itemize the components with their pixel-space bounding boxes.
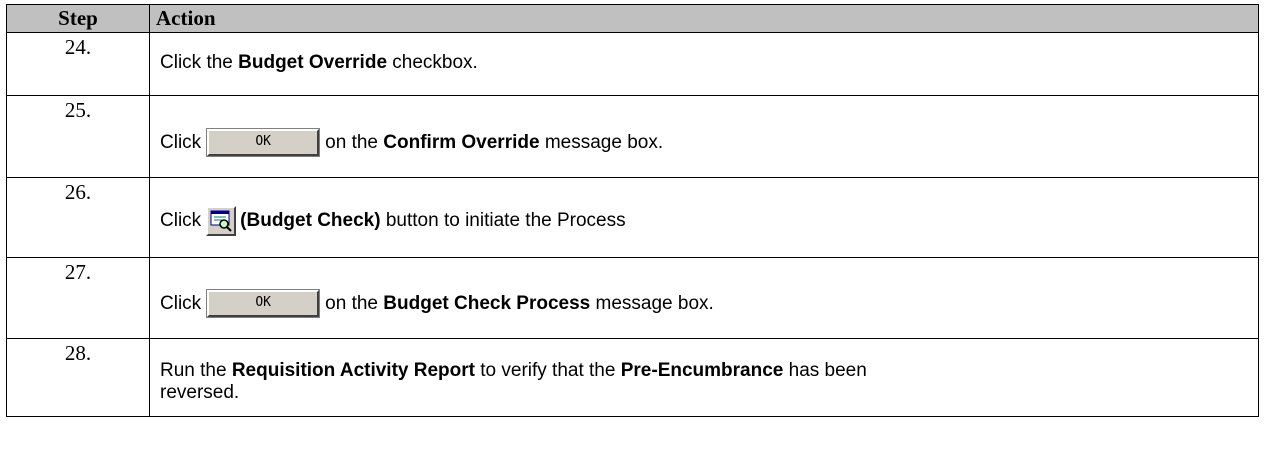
step-number: 25. bbox=[6, 95, 150, 178]
action-text: Click the bbox=[160, 52, 239, 73]
ok-button[interactable]: OK bbox=[206, 289, 321, 318]
ok-button[interactable]: OK bbox=[206, 128, 321, 157]
action-column-header: Action bbox=[149, 4, 1259, 33]
budget-check-icon[interactable] bbox=[206, 206, 237, 236]
action-text: on the bbox=[325, 292, 384, 314]
header-row: Step Action bbox=[6, 4, 1259, 33]
table-row: 27. Click OK on the Budget Check Process… bbox=[6, 257, 1259, 339]
action-text: Click bbox=[160, 292, 202, 314]
table-row: 28. Run the Requisition Activity Report … bbox=[6, 338, 1259, 417]
action-text: message box. bbox=[539, 131, 664, 153]
step-action: Run the Requisition Activity Report to v… bbox=[149, 338, 1259, 417]
action-text: on the bbox=[325, 131, 384, 153]
action-text: button to initiate the Process bbox=[380, 210, 626, 231]
action-bold-text: Pre-Encumbrance bbox=[620, 360, 784, 381]
action-text: to verify that the bbox=[474, 360, 621, 381]
step-number: 26. bbox=[6, 177, 150, 258]
action-text: Click bbox=[160, 131, 202, 153]
step-action: Click OK on the Budget Check Process mes… bbox=[149, 257, 1259, 339]
action-bold-text: Requisition Activity Report bbox=[231, 360, 475, 381]
step-number: 28. bbox=[6, 338, 150, 417]
table-row: 26. Click (Budget Check) button to initi… bbox=[6, 177, 1259, 258]
step-action: Click (Budget Check) button to initiate … bbox=[149, 177, 1259, 258]
action-bold-text: Budget Override bbox=[238, 52, 388, 73]
action-bold-text: Budget Check Process bbox=[383, 292, 591, 314]
action-text: message box. bbox=[590, 292, 714, 314]
action-bold-text: (Budget Check) bbox=[240, 210, 381, 231]
step-number: 24. bbox=[6, 32, 150, 96]
steps-table: Step Action 24. Click the Budget Overrid… bbox=[6, 4, 1259, 417]
step-action: Click OK on the Confirm Override message… bbox=[149, 95, 1259, 178]
table-row: 24. Click the Budget Override checkbox. bbox=[6, 32, 1259, 96]
table-row: 25. Click OK on the Confirm Override mes… bbox=[6, 95, 1259, 178]
step-number: 27. bbox=[6, 257, 150, 339]
action-text: checkbox. bbox=[387, 52, 478, 73]
step-action: Click the Budget Override checkbox. bbox=[149, 32, 1259, 96]
action-text: Run the bbox=[160, 360, 232, 381]
step-column-header: Step bbox=[6, 4, 150, 33]
action-text: Click bbox=[160, 210, 202, 231]
action-bold-text: Confirm Override bbox=[383, 131, 540, 153]
